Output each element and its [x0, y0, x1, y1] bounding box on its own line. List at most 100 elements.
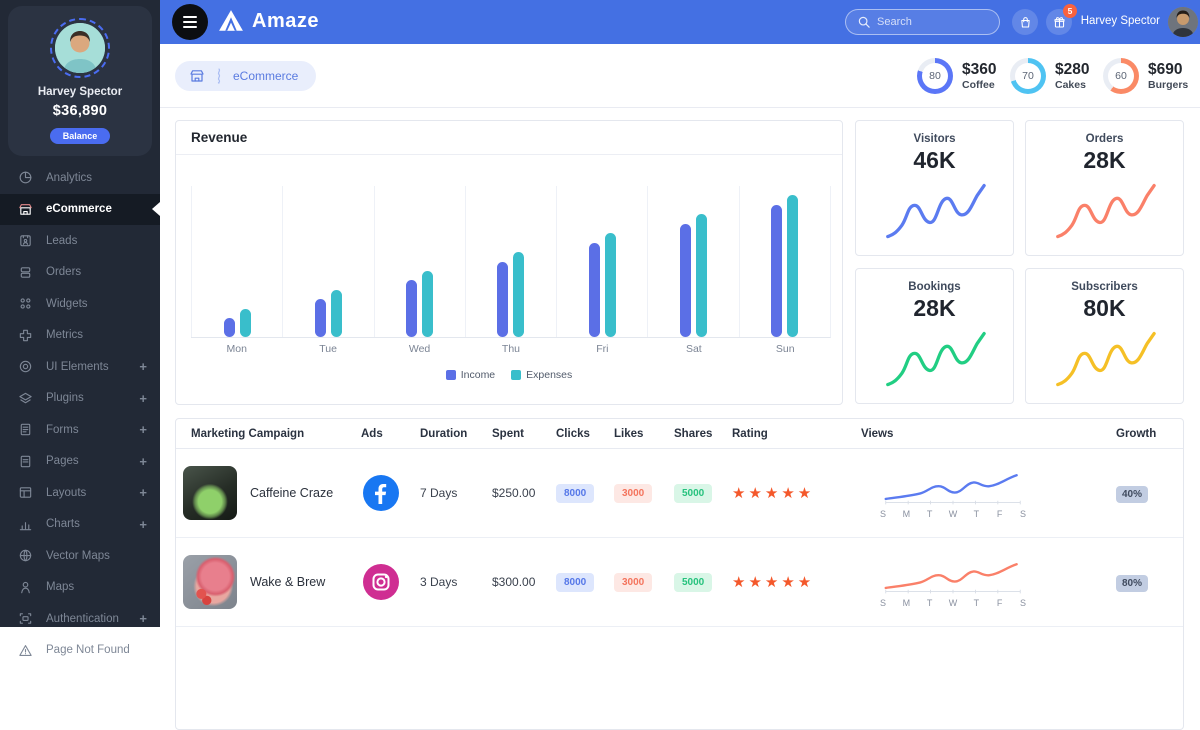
sidebar-item-vector-maps[interactable]: Vector Maps: [0, 540, 160, 572]
facebook-icon: [363, 475, 399, 511]
sidebar-item-pages[interactable]: Pages+: [0, 446, 160, 478]
rewards-button[interactable]: 5: [1046, 9, 1072, 35]
sidebar-nav: Analytics eCommerce Leads Orders Widgets…: [0, 162, 160, 666]
kpi-burgers: 60 $690 Burgers: [1103, 58, 1188, 94]
sidebar-item-plugins[interactable]: Plugins+: [0, 383, 160, 415]
topbar: Amaze 5 Harvey Spector: [160, 0, 1200, 44]
avatar-image: [55, 23, 105, 73]
instagram-icon: [363, 564, 399, 600]
sidebar-item-metrics[interactable]: Metrics: [0, 320, 160, 352]
campaign-image: [183, 466, 237, 520]
layouts-icon: [18, 485, 33, 500]
sidebar-item-authentication[interactable]: Authentication+: [0, 603, 160, 635]
kpi-label: Cakes: [1055, 79, 1089, 91]
cart-button[interactable]: [1012, 9, 1038, 35]
gift-icon: [1053, 16, 1066, 29]
sidebar-item-maps[interactable]: Maps: [0, 572, 160, 604]
content: Revenue MonTue WedThu FriSat Sun Income …: [160, 108, 1200, 627]
orders-sparkline: [1045, 178, 1165, 246]
plugins-icon: [18, 391, 33, 406]
breadcrumb-row: eCommerce 80 $360 Coffee 70 $280 Cakes 6…: [160, 44, 1200, 108]
campaign-image: [183, 555, 237, 609]
logo-text: Amaze: [252, 10, 319, 33]
kpi-cakes: 70 $280 Cakes: [1010, 58, 1089, 94]
leads-icon: [18, 233, 33, 248]
vector-maps-icon: [18, 548, 33, 563]
shares-badge: 5000: [674, 484, 712, 503]
breadcrumb-separator: [215, 68, 223, 84]
duration: 7 Days: [420, 486, 492, 500]
kpi-ring-coffee: 80: [917, 58, 953, 94]
authentication-icon: [18, 611, 33, 626]
likes-badge: 3000: [614, 573, 652, 592]
sidebar-item-ecommerce[interactable]: eCommerce: [0, 194, 160, 226]
topbar-avatar[interactable]: [1168, 7, 1198, 37]
app-logo[interactable]: Amaze: [218, 8, 319, 34]
x-axis-labels: MonTue WedThu FriSat Sun: [191, 343, 831, 355]
search-box[interactable]: [845, 9, 1000, 35]
duration: 3 Days: [420, 575, 492, 589]
widgets-icon: [18, 296, 33, 311]
likes-badge: 3000: [614, 484, 652, 503]
sidebar-item-orders[interactable]: Orders: [0, 257, 160, 289]
sidebar-item-forms[interactable]: Forms+: [0, 414, 160, 446]
kpi-label: Burgers: [1148, 79, 1188, 91]
revenue-title: Revenue: [176, 121, 842, 155]
sidebar-item-widgets[interactable]: Widgets: [0, 288, 160, 320]
logo-icon: [218, 8, 244, 34]
subscribers-sparkline: [1045, 326, 1165, 394]
stat-card-orders: Orders 28K: [1025, 120, 1184, 256]
sidebar-user-card: Harvey Spector $36,890 Balance: [8, 6, 152, 156]
sidebar-item-analytics[interactable]: Analytics: [0, 162, 160, 194]
campaign-name: Caffeine Craze: [250, 486, 333, 500]
kpi-amount: $360: [962, 61, 996, 79]
table-row: Wake & Brew 3 Days $300.00 8000 3000 500…: [176, 538, 1183, 627]
sidebar-item-ui-elements[interactable]: UI Elements+: [0, 351, 160, 383]
metrics-icon: [18, 328, 33, 343]
campaign-table: Marketing Campaign Ads Duration Spent Cl…: [175, 418, 1184, 730]
topbar-user-name[interactable]: Harvey Spector: [1072, 15, 1160, 27]
stat-card-bookings: Bookings 28K: [855, 268, 1014, 404]
shares-badge: 5000: [674, 573, 712, 592]
analytics-icon: [18, 170, 33, 185]
main-area: Amaze 5 Harvey Spector eCommerce: [160, 0, 1200, 627]
search-input[interactable]: [877, 16, 987, 28]
growth-badge: 80%: [1116, 575, 1148, 592]
sidebar-user-amount: $36,890: [14, 103, 146, 119]
table-row: Caffeine Craze 7 Days $250.00 8000 3000 …: [176, 449, 1183, 538]
maps-icon: [18, 580, 33, 595]
balance-badge: Balance: [50, 128, 111, 144]
sidebar: Harvey Spector $36,890 Balance Analytics…: [0, 0, 160, 627]
views-sparkline: SMTWTFS: [873, 557, 1033, 608]
campaign-name: Wake & Brew: [250, 575, 325, 589]
menu-toggle-button[interactable]: [172, 4, 208, 40]
income-swatch: [446, 370, 456, 380]
avatar-image: [1168, 7, 1198, 37]
ecommerce-icon: [18, 202, 33, 217]
kpi-ring-cakes: 70: [1010, 58, 1046, 94]
revenue-bar-chart: [191, 186, 831, 338]
sidebar-item-layouts[interactable]: Layouts+: [0, 477, 160, 509]
clicks-badge: 8000: [556, 573, 594, 592]
sidebar-item-leads[interactable]: Leads: [0, 225, 160, 257]
clicks-badge: 8000: [556, 484, 594, 503]
breadcrumb-current: eCommerce: [233, 69, 298, 83]
growth-badge: 40%: [1116, 486, 1148, 503]
table-header: Marketing Campaign Ads Duration Spent Cl…: [176, 419, 1183, 449]
rating-stars: ★★★★★: [732, 485, 814, 502]
chart-legend: Income Expenses: [176, 369, 842, 381]
breadcrumb[interactable]: eCommerce: [175, 61, 316, 91]
expenses-swatch: [511, 370, 521, 380]
kpi-amount: $690: [1148, 61, 1188, 79]
pages-icon: [18, 454, 33, 469]
kpi-label: Coffee: [962, 79, 996, 91]
kpi-ring-burgers: 60: [1103, 58, 1139, 94]
charts-icon: [18, 517, 33, 532]
views-sparkline: SMTWTFS: [873, 468, 1033, 519]
revenue-card: Revenue MonTue WedThu FriSat Sun Income …: [175, 120, 843, 405]
sidebar-item-charts[interactable]: Charts+: [0, 509, 160, 541]
sidebar-item-page-not-found[interactable]: Page Not Found: [0, 635, 160, 667]
user-avatar[interactable]: [50, 18, 110, 78]
orders-icon: [18, 265, 33, 280]
stat-card-subscribers: Subscribers 80K: [1025, 268, 1184, 404]
